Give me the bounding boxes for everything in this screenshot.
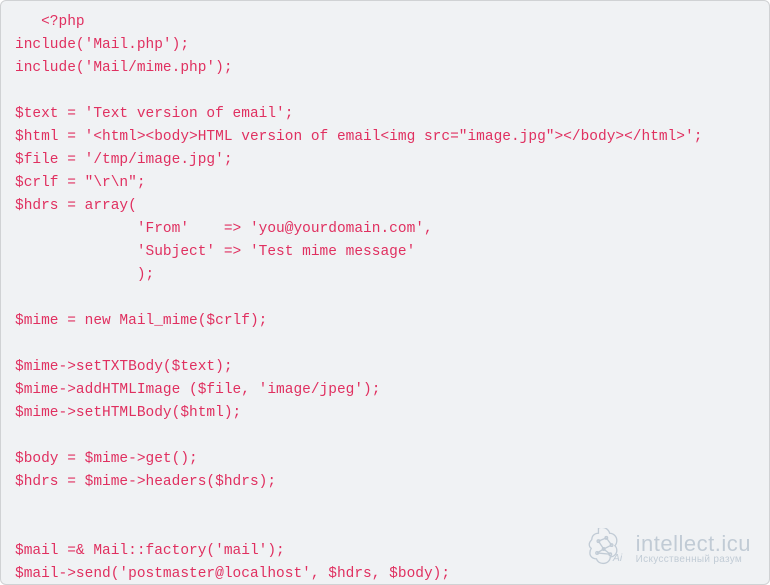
- php-code: <?php include('Mail.php'); include('Mail…: [15, 11, 755, 585]
- code-block-container: <?php include('Mail.php'); include('Mail…: [0, 0, 770, 585]
